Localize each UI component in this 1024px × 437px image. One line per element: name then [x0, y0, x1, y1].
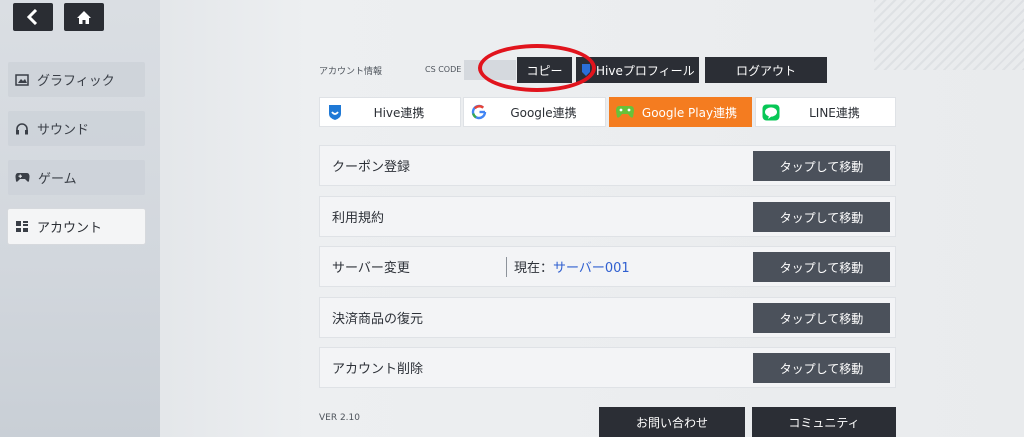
sidebar-item-label: アカウント	[37, 221, 103, 236]
terms-row: 利用規約 タップして移動	[319, 196, 896, 237]
contact-button[interactable]: お問い合わせ	[599, 407, 745, 437]
sidebar-item-sound[interactable]: サウンド	[8, 111, 145, 146]
gamepad-icon	[15, 173, 30, 182]
restore-purchases-row: 決済商品の復元 タップして移動	[319, 297, 896, 338]
version-label: VER 2.10	[319, 413, 360, 423]
row-label: 決済商品の復元	[332, 312, 424, 327]
hive-link-button[interactable]: Hive連携	[319, 97, 461, 127]
back-button[interactable]	[13, 3, 53, 31]
google-play-link-button[interactable]: Google Play連携	[609, 97, 752, 127]
community-button[interactable]: コミュニティ	[752, 407, 896, 437]
server-change-row: サーバー変更 現在：サーバー001 タップして移動	[319, 246, 896, 287]
sidebar-item-label: グラフィック	[37, 74, 115, 89]
google-icon	[464, 98, 494, 126]
hive-shield-icon	[320, 98, 350, 126]
logout-button[interactable]: ログアウト	[705, 57, 827, 83]
divider	[506, 257, 507, 277]
delete-account-go-button[interactable]: タップして移動	[753, 353, 890, 383]
sidebar-item-game[interactable]: ゲーム	[8, 160, 145, 195]
google-play-games-icon	[610, 98, 640, 126]
decorative-pattern	[874, 0, 1024, 70]
row-label: サーバー変更	[332, 261, 410, 276]
current-server-value: サーバー001	[553, 261, 630, 276]
home-button[interactable]	[64, 3, 104, 31]
home-icon	[77, 10, 91, 24]
sidebar-item-graphics[interactable]: グラフィック	[8, 62, 145, 97]
delete-account-row: アカウント削除 タップして移動	[319, 347, 896, 388]
sidebar-item-label: ゲーム	[38, 172, 77, 187]
chevron-left-icon	[26, 9, 38, 25]
account-icon	[16, 221, 28, 232]
coupon-go-button[interactable]: タップして移動	[753, 151, 890, 181]
terms-go-button[interactable]: タップして移動	[753, 202, 890, 232]
highlight-circle	[478, 44, 596, 92]
row-label: クーポン登録	[332, 160, 411, 175]
line-link-button[interactable]: LINE連携	[755, 97, 896, 127]
row-label: アカウント削除	[332, 362, 424, 377]
row-label: 利用規約	[332, 211, 385, 226]
google-link-button[interactable]: Google連携	[463, 97, 606, 127]
coupon-row: クーポン登録 タップして移動	[319, 145, 896, 186]
cs-code-label: CS CODE :	[425, 65, 467, 74]
line-icon	[756, 98, 786, 126]
current-server: 現在：サーバー001	[514, 261, 630, 276]
headphones-icon	[16, 123, 28, 135]
sidebar-item-account[interactable]: アカウント	[8, 209, 145, 244]
restore-purchases-go-button[interactable]: タップして移動	[753, 303, 890, 333]
account-info-label: アカウント情報	[319, 67, 383, 77]
image-icon	[15, 73, 29, 86]
server-change-go-button[interactable]: タップして移動	[753, 252, 890, 282]
sidebar-item-label: サウンド	[37, 123, 90, 138]
